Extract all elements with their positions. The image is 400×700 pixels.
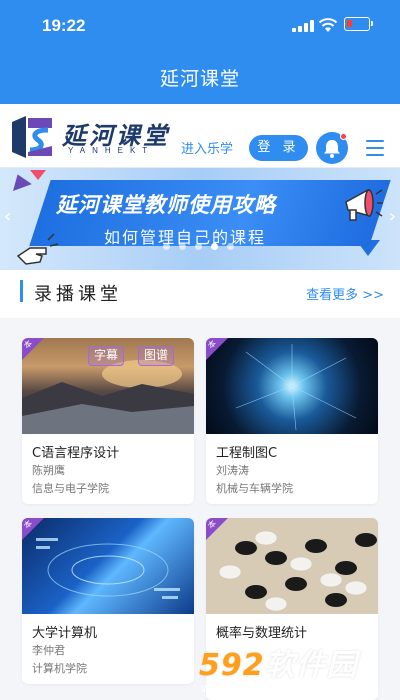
course-teacher: 刘涛涛 (216, 464, 249, 477)
course-college: 计算机学院 (32, 662, 87, 675)
status-bar: 19:22 (0, 0, 400, 50)
course-name: C语言程序设计 (32, 446, 120, 461)
banner-prev-icon[interactable]: ‹ (4, 206, 11, 227)
course-college: 机械与车辆学院 (216, 482, 293, 495)
watermark-logo: 592软件园 (199, 648, 358, 683)
course-teacher: 李仲君 (32, 644, 65, 657)
course-thumbnail: 本 (206, 338, 378, 434)
battery-icon (344, 17, 373, 31)
pointing-hand-icon (16, 233, 59, 265)
brand-subtitle: YANHEKT (68, 146, 155, 155)
course-card[interactable]: 本 工程制图C 刘涛涛 机械与车辆学院 (206, 338, 378, 504)
section-title: 录播课堂 (34, 284, 122, 305)
wifi-icon (318, 18, 338, 32)
notification-dot (340, 133, 347, 140)
view-more-link[interactable]: 查看更多 >> (306, 284, 384, 303)
watermark: 592软件园 www.592xiazai.com (195, 638, 400, 700)
notification-button[interactable] (316, 132, 348, 164)
hamburger-menu-icon[interactable] (366, 140, 384, 156)
banner-next-icon[interactable]: › (389, 206, 396, 227)
course-thumbnail: 本 (206, 518, 378, 614)
section-accent-bar (20, 280, 23, 302)
course-thumbnail: 字幕 图谱 本 (22, 338, 194, 434)
course-card[interactable]: 本 大学计算机 李仲君 计算机学院 (22, 518, 194, 684)
login-button[interactable]: 登 录 (249, 135, 308, 161)
brand-logo[interactable] (12, 116, 52, 158)
course-card[interactable]: 字幕 图谱 本 C语言程序设计 陈朔鹰 信息与电子学院 (22, 338, 194, 504)
banner-dot[interactable] (227, 243, 234, 250)
app-title: 延河课堂 (159, 68, 240, 90)
banner-title: 延河课堂教师使用攻略 (56, 193, 276, 217)
megaphone-icon (345, 188, 383, 221)
banner-dot[interactable] (179, 243, 186, 250)
subtitle-badge: 字幕 (88, 346, 125, 366)
app-title-bar: 延河课堂 (0, 50, 400, 104)
section-header: 录播课堂 查看更多 >> (0, 270, 400, 318)
banner-dot[interactable] (195, 243, 202, 250)
course-name: 工程制图C (216, 446, 278, 461)
graph-badge: 图谱 (138, 346, 175, 366)
banner-dot[interactable] (163, 243, 170, 250)
watermark-url: www.592xiazai.com (201, 680, 316, 695)
enter-lexue-link[interactable]: 进入乐学 (181, 138, 233, 157)
tech-illustration (36, 538, 180, 599)
course-college: 信息与电子学院 (32, 482, 109, 495)
promo-banner[interactable]: 延河课堂教师使用攻略 如何管理自己的课程 ‹ › (0, 168, 400, 270)
course-teacher: 陈朔鹰 (32, 464, 65, 477)
status-time: 19:22 (42, 16, 86, 35)
go-stones-illustration (218, 530, 377, 612)
course-thumbnail: 本 (22, 518, 194, 614)
banner-dot-active[interactable] (211, 243, 218, 250)
banner-pagination (163, 243, 243, 251)
signal-icon (292, 20, 314, 32)
particle-illustration (235, 344, 357, 431)
brand-header: 延河课堂 YANHEKT 进入乐学 登 录 (0, 104, 400, 168)
decor-triangle (8, 171, 32, 191)
course-name: 大学计算机 (32, 626, 98, 641)
decor-triangle (30, 170, 46, 180)
